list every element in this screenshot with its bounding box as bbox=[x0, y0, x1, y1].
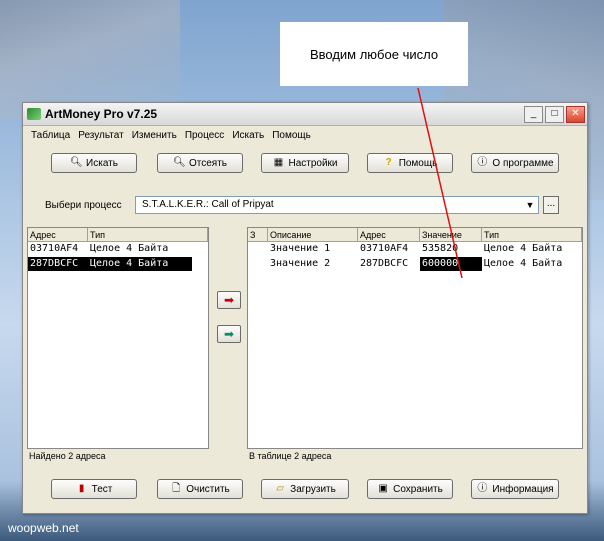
callout-arrow-line bbox=[417, 87, 463, 279]
callout-arrow bbox=[417, 87, 463, 279]
